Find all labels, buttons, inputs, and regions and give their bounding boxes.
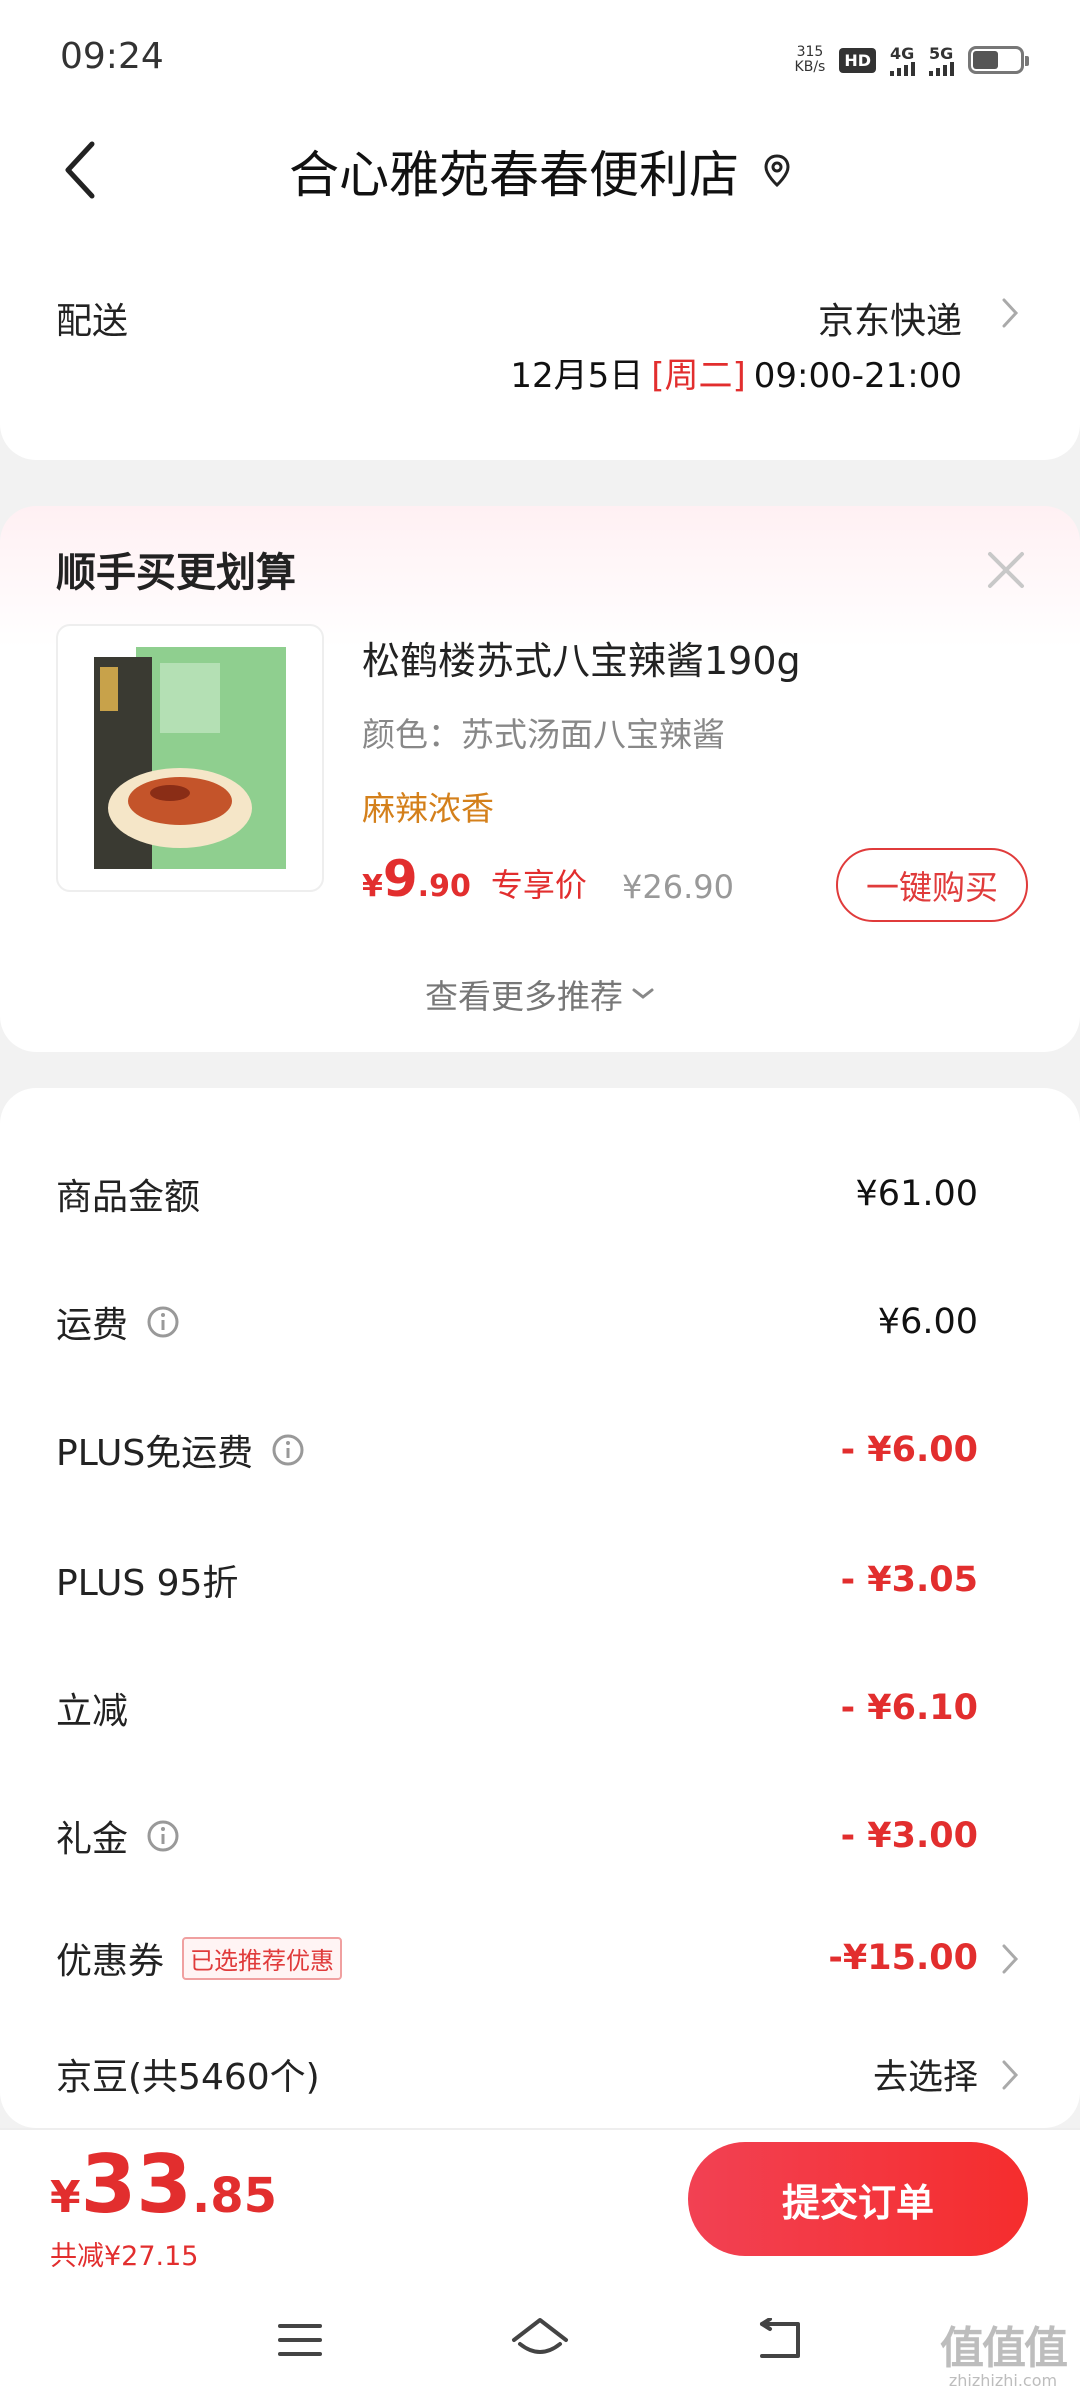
close-icon[interactable] xyxy=(984,548,1028,592)
submit-order-button[interactable]: 提交订单 xyxy=(688,2142,1028,2256)
product-image[interactable] xyxy=(56,624,324,892)
delivery-method[interactable]: 京东快递 xyxy=(818,292,962,344)
signal-4g-icon: 4G xyxy=(890,45,915,76)
summary-row-shipping: 运费 ¥6.00 xyxy=(56,1302,978,1346)
original-price: ¥26.90 xyxy=(622,868,734,906)
menu-button[interactable] xyxy=(260,2300,340,2380)
info-icon[interactable] xyxy=(146,1305,180,1339)
delivery-date: 12月5日 xyxy=(510,356,644,396)
coupon-badge: 已选推荐优惠 xyxy=(182,1936,343,1980)
more-recommendations[interactable]: 查看更多推荐 xyxy=(0,970,1080,1018)
watermark: 值值值 zhizhizhi.com xyxy=(940,2323,1068,2390)
summary-row-jd-beans[interactable]: 京豆(共5460个) 去选择 xyxy=(0,2044,1080,2104)
menu-icon xyxy=(278,2324,322,2356)
location-pin-icon[interactable] xyxy=(763,154,791,188)
chevron-right-icon[interactable] xyxy=(1000,296,1020,330)
info-icon[interactable] xyxy=(146,1819,180,1853)
quick-buy-button[interactable]: 一键购买 xyxy=(836,848,1028,922)
hd-voice-icon: HD xyxy=(839,47,876,73)
network-speed: 315 KB/s xyxy=(794,44,826,75)
summary-row-plus-free-shipping: PLUS免运费 - ¥6.00 xyxy=(56,1430,978,1474)
summary-row-plus-discount: PLUS 95折 - ¥3.05 xyxy=(56,1560,978,1604)
back-icon xyxy=(760,2318,800,2358)
delivery-time-range: 09:00-21:00 xyxy=(753,356,962,396)
info-icon[interactable] xyxy=(271,1433,305,1467)
summary-row-instant-reduction: 立减 - ¥6.10 xyxy=(56,1688,978,1732)
total-price: ¥33.85 xyxy=(50,2138,277,2231)
store-name: 合心雅苑春春便利店 xyxy=(289,146,739,204)
status-bar: 09:24 315 KB/s HD 4G 5G xyxy=(0,0,1080,120)
product-price: ¥9.90 专享价 xyxy=(362,850,587,908)
page-title: 合心雅苑春春便利店 xyxy=(0,135,1080,207)
chevron-right-icon xyxy=(1002,2060,1019,2090)
product-spec: 颜色：苏式汤面八宝辣酱 xyxy=(362,715,725,754)
status-icons: 315 KB/s HD 4G 5G xyxy=(794,40,1029,80)
total-saved: 共减¥27.15 xyxy=(50,2241,199,2272)
signal-5g-icon: 5G xyxy=(929,45,954,76)
home-icon xyxy=(512,2318,568,2354)
summary-row-gift-money: 礼金 - ¥3.00 xyxy=(56,1816,978,1860)
recommend-title: 顺手买更划算 xyxy=(56,550,296,596)
chevron-right-icon xyxy=(1002,1944,1019,1974)
summary-row-coupon[interactable]: 优惠券 已选推荐优惠 -¥15.00 xyxy=(0,1928,1080,1988)
battery-icon xyxy=(968,46,1029,74)
back-nav-button[interactable] xyxy=(740,2300,820,2380)
product-tag: 麻辣浓香 xyxy=(362,789,494,828)
home-button[interactable] xyxy=(500,2300,580,2380)
summary-row-goods: 商品金额 ¥61.00 xyxy=(56,1174,978,1218)
product-name[interactable]: 松鹤楼苏式八宝辣酱190g xyxy=(362,630,801,685)
delivery-time[interactable]: 12月5日 [周二] 09:00-21:00 xyxy=(510,348,962,397)
status-time: 09:24 xyxy=(60,36,164,77)
system-nav-bar xyxy=(0,2300,1080,2380)
price-label: 专享价 xyxy=(490,866,587,904)
chevron-down-icon xyxy=(632,988,654,999)
delivery-weekday: [周二] xyxy=(651,356,746,396)
delivery-label: 配送 xyxy=(56,301,129,342)
